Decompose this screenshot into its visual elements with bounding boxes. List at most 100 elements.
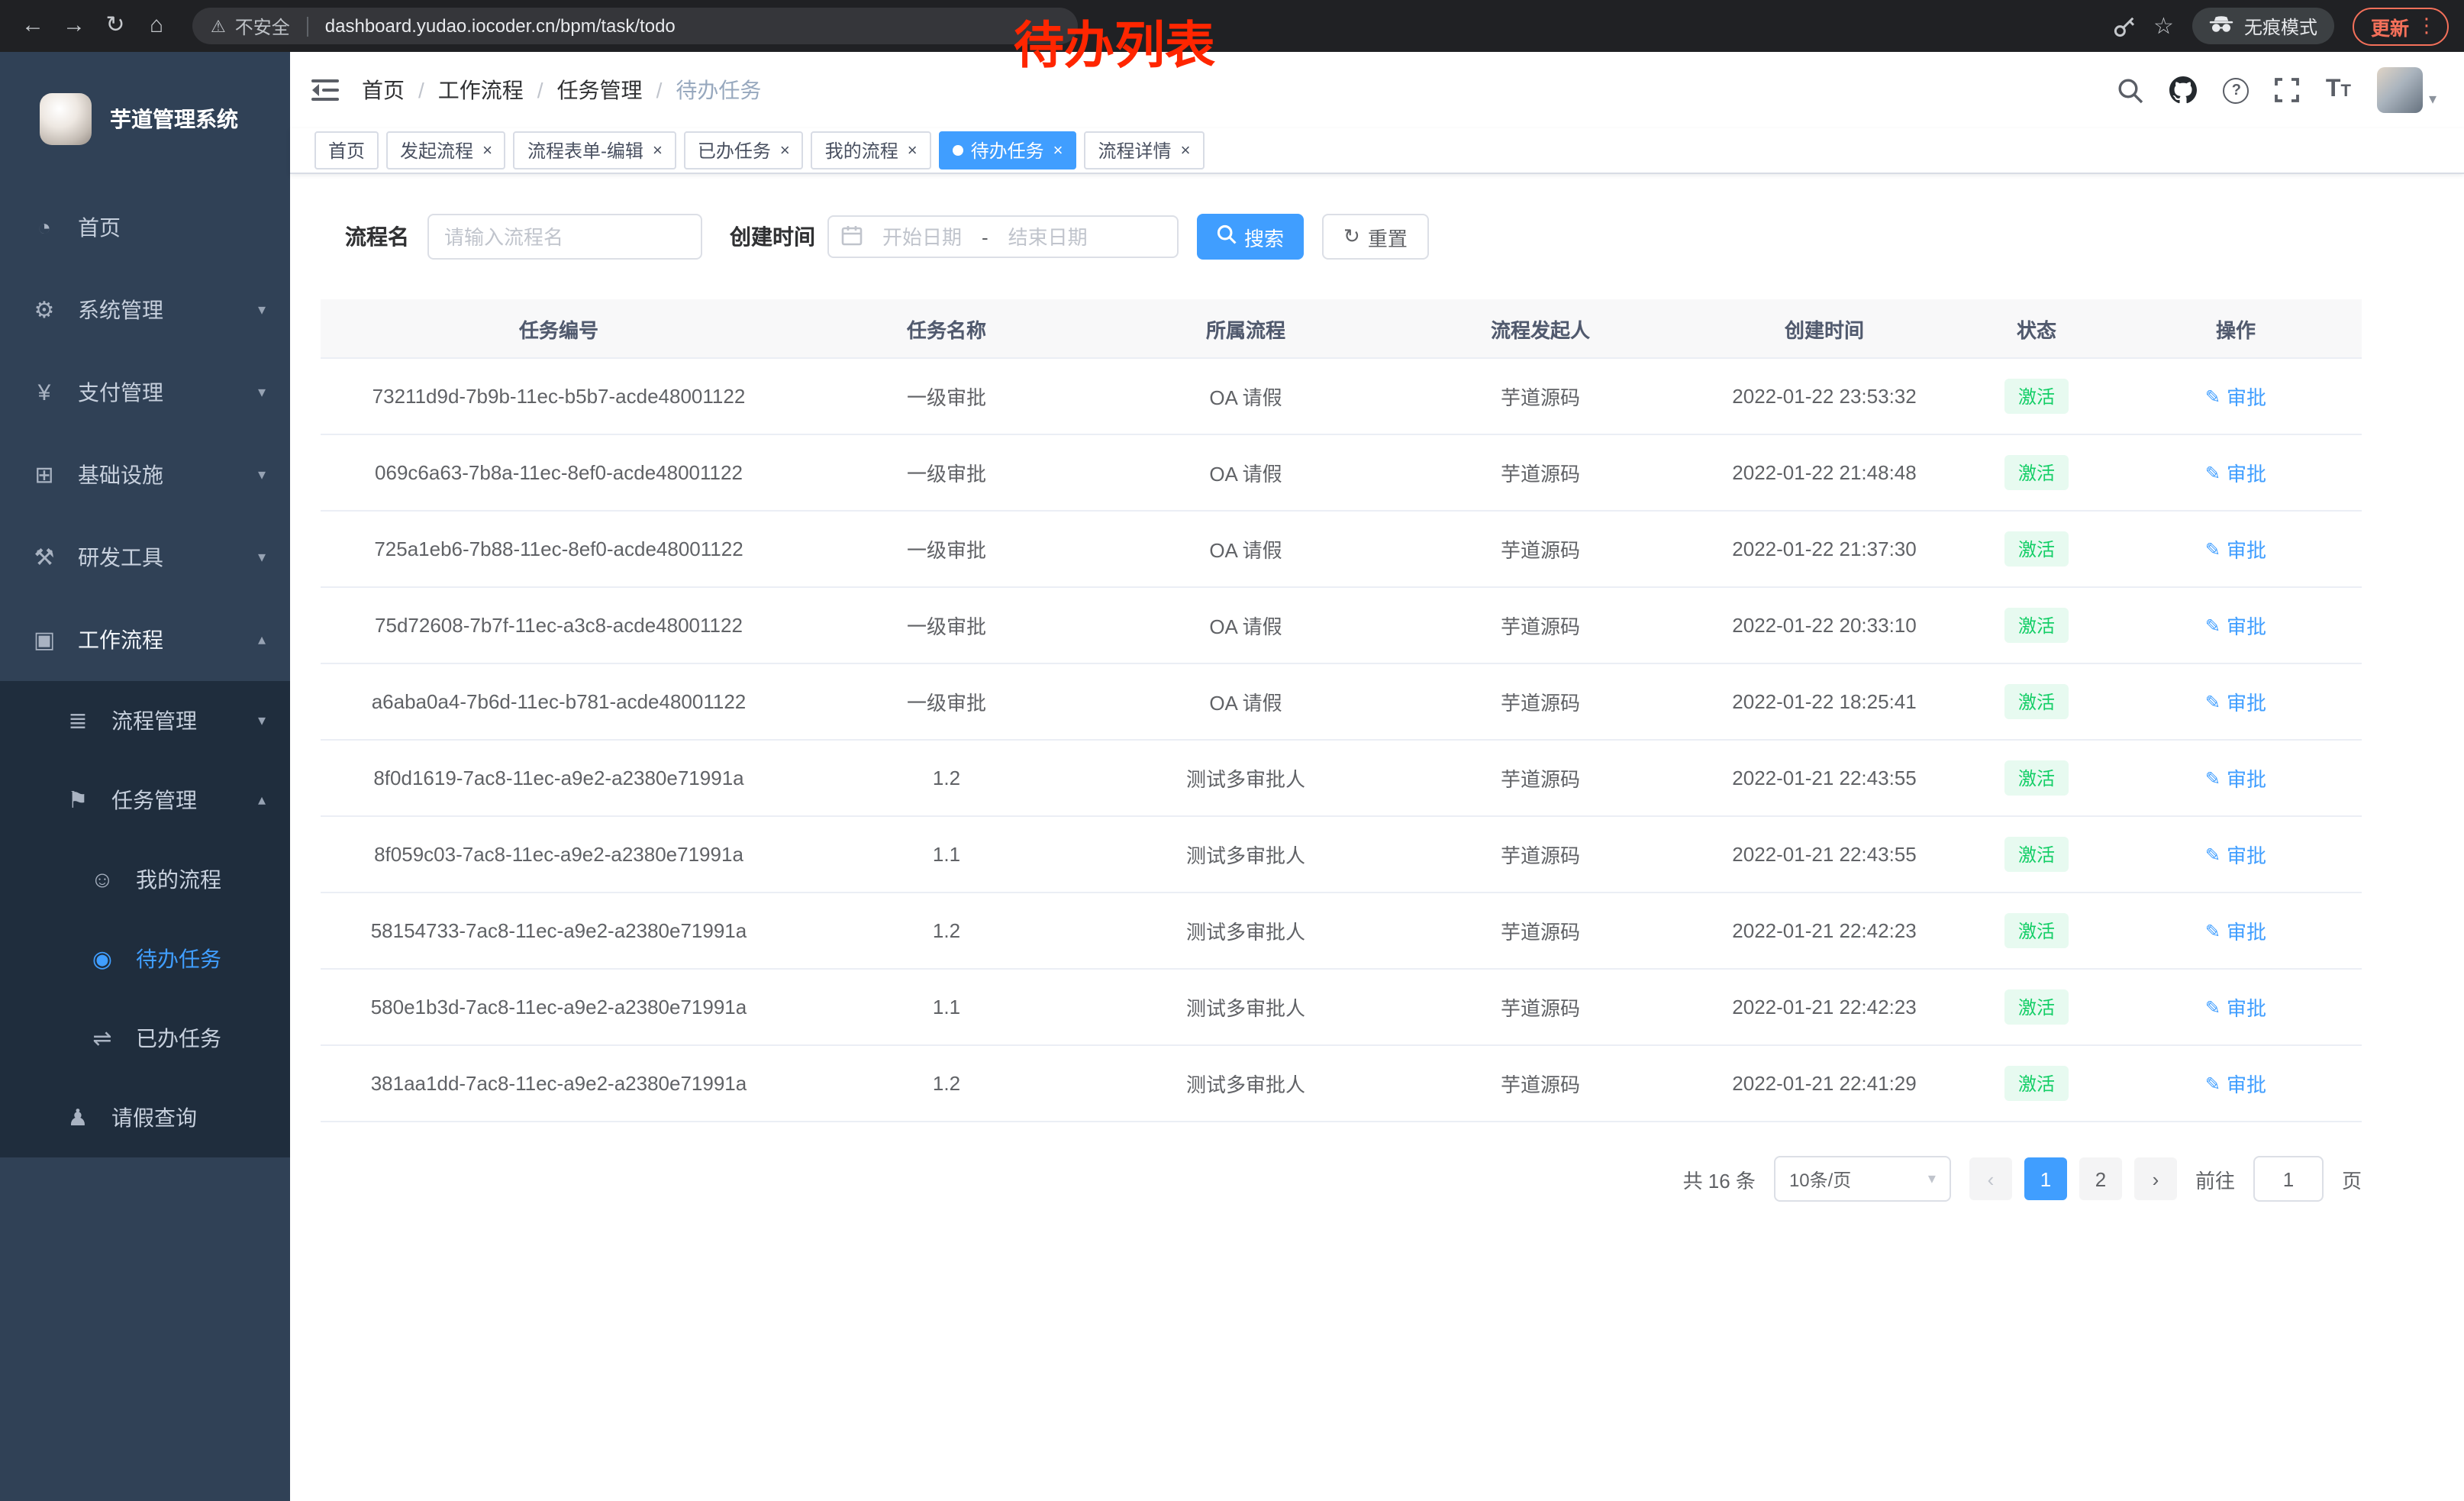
page-1-button[interactable]: 1 <box>2024 1157 2067 1200</box>
sidebar-item-my-process[interactable]: ☺我的流程 <box>0 840 290 919</box>
goto-page-input[interactable] <box>2253 1156 2324 1202</box>
fullscreen-icon[interactable] <box>2275 78 2300 102</box>
search-icon[interactable] <box>2118 77 2144 103</box>
date-range-picker[interactable]: - <box>827 215 1179 258</box>
sidebar-item-task-mgmt[interactable]: ⚑任务管理▴ <box>0 760 290 840</box>
key-icon[interactable] <box>2112 15 2135 37</box>
browser-menu-icon[interactable]: ⋮ <box>2417 14 2437 38</box>
next-page-button[interactable]: › <box>2134 1157 2177 1200</box>
github-icon[interactable] <box>2170 76 2198 104</box>
edit-pen-icon: ✎ <box>2205 691 2221 712</box>
sidebar-item-devtools[interactable]: ⚒研发工具▾ <box>0 516 290 599</box>
sidebar-item-todo-task[interactable]: ◉待办任务 <box>0 919 290 999</box>
breadcrumb: 首页/工作流程/任务管理/待办任务 <box>362 75 761 105</box>
tab-form-edit[interactable]: 流程表单-编辑× <box>514 131 676 169</box>
app-shell: 芋道管理系统 ◔首页⚙系统管理▾¥支付管理▾⊞基础设施▾⚒研发工具▾▣工作流程▴… <box>0 52 2464 1501</box>
column-header-initiator: 流程发起人 <box>1395 299 1685 358</box>
dashboard-icon: ◔ <box>27 215 61 240</box>
sidebar-item-label: 支付管理 <box>78 377 163 408</box>
cell-task-name: 1.2 <box>797 1045 1096 1122</box>
cell-status: 激活 <box>1963 893 2110 969</box>
not-secure-warning-icon: ⚠ <box>211 16 226 36</box>
sidebar-item-done-task[interactable]: ⇌已办任务 <box>0 999 290 1078</box>
approve-link-label: 审批 <box>2227 382 2266 411</box>
navbar-right-cluster: ? TT ▾ <box>2118 67 2437 113</box>
cell-process: OA 请假 <box>1096 511 1395 587</box>
update-button[interactable]: 更新 ⋮ <box>2353 7 2449 45</box>
omnibox-divider <box>307 16 308 36</box>
tab-done-task[interactable]: 已办任务× <box>684 131 804 169</box>
close-tab-icon[interactable]: × <box>653 141 663 160</box>
breadcrumb-item: 待办任务 <box>676 75 761 105</box>
cell-status: 激活 <box>1963 587 2110 663</box>
breadcrumb-item[interactable]: 首页 <box>362 75 405 105</box>
reset-button[interactable]: ↻ 重置 <box>1322 214 1429 260</box>
incognito-badge: 无痕模式 <box>2192 8 2334 44</box>
sidebar-item-leave-query[interactable]: ♟请假查询 <box>0 1078 290 1157</box>
address-bar[interactable]: ⚠ 不安全 dashboard.yudao.iocoder.cn/bpm/tas… <box>192 8 1078 44</box>
approve-link[interactable]: ✎审批 <box>2205 1069 2266 1098</box>
tab-my-process[interactable]: 我的流程× <box>811 131 931 169</box>
grid-icon: ⊞ <box>27 461 61 489</box>
tab-home[interactable]: 首页 <box>314 131 379 169</box>
close-tab-icon[interactable]: × <box>1181 141 1191 160</box>
chevron-down-icon: ▾ <box>1928 1170 1936 1187</box>
start-date-input[interactable] <box>869 225 976 248</box>
cell-task-id: 580e1b3d-7ac8-11ec-a9e2-a2380e71991a <box>321 969 797 1045</box>
edit-pen-icon: ✎ <box>2205 615 2221 636</box>
sidebar-header[interactable]: 芋道管理系统 <box>0 52 290 186</box>
approve-link[interactable]: ✎审批 <box>2205 534 2266 563</box>
cell-status: 激活 <box>1963 434 2110 511</box>
approve-link[interactable]: ✎审批 <box>2205 763 2266 792</box>
approve-link[interactable]: ✎审批 <box>2205 993 2266 1022</box>
forward-icon[interactable]: → <box>56 0 92 52</box>
cell-action: ✎审批 <box>2110 511 2362 587</box>
sidebar-item-label: 研发工具 <box>78 542 163 573</box>
breadcrumb-item[interactable]: 任务管理 <box>557 75 643 105</box>
approve-link[interactable]: ✎审批 <box>2205 458 2266 487</box>
help-icon[interactable]: ? <box>2224 77 2250 103</box>
edit-pen-icon: ✎ <box>2205 996 2221 1018</box>
close-tab-icon[interactable]: × <box>482 141 492 160</box>
sidebar-item-home[interactable]: ◔首页 <box>0 186 290 269</box>
close-tab-icon[interactable]: × <box>1053 141 1063 160</box>
approve-link[interactable]: ✎审批 <box>2205 382 2266 411</box>
sidebar-item-workflow[interactable]: ▣工作流程▴ <box>0 599 290 681</box>
approve-link[interactable]: ✎审批 <box>2205 840 2266 869</box>
tab-label: 流程详情 <box>1098 137 1172 163</box>
refresh-icon[interactable]: ↻ <box>98 0 133 52</box>
sidebar-item-payment[interactable]: ¥支付管理▾ <box>0 351 290 434</box>
process-name-input[interactable] <box>427 214 702 260</box>
font-size-icon[interactable]: TT <box>2326 76 2351 104</box>
user-menu[interactable]: ▾ <box>2377 67 2437 113</box>
bookmark-star-icon[interactable]: ☆ <box>2153 12 2174 40</box>
sidebar-item-infrastructure[interactable]: ⊞基础设施▾ <box>0 434 290 516</box>
page-2-button[interactable]: 2 <box>2079 1157 2122 1200</box>
tab-todo-task[interactable]: 待办任务× <box>939 131 1077 169</box>
close-tab-icon[interactable]: × <box>908 141 918 160</box>
approve-link-label: 审批 <box>2227 763 2266 792</box>
end-date-input[interactable] <box>995 225 1101 248</box>
sidebar-fold-icon[interactable] <box>311 78 339 102</box>
approve-link[interactable]: ✎审批 <box>2205 687 2266 716</box>
calendar-icon <box>841 224 863 250</box>
approve-link-label: 审批 <box>2227 1069 2266 1098</box>
tab-start-process[interactable]: 发起流程× <box>386 131 506 169</box>
chevron-down-icon: ▾ <box>258 549 266 566</box>
back-icon[interactable]: ← <box>15 0 50 52</box>
search-button[interactable]: 搜索 <box>1197 214 1304 260</box>
cell-task-name: 一级审批 <box>797 434 1096 511</box>
tab-process-detail[interactable]: 流程详情 × <box>1085 131 1205 169</box>
breadcrumb-item[interactable]: 工作流程 <box>438 75 524 105</box>
approve-link-label: 审批 <box>2227 611 2266 640</box>
sidebar-item-system[interactable]: ⚙系统管理▾ <box>0 269 290 351</box>
cell-initiator: 芋道源码 <box>1395 663 1685 740</box>
home-icon[interactable]: ⌂ <box>139 0 174 52</box>
close-tab-icon[interactable]: × <box>780 141 790 160</box>
approve-link[interactable]: ✎ 审批 <box>2205 611 2266 640</box>
page-size-select[interactable]: 10条/页 ▾ <box>1774 1156 1951 1202</box>
url-text: dashboard.yudao.iocoder.cn/bpm/task/todo <box>325 15 676 37</box>
approve-link[interactable]: ✎审批 <box>2205 916 2266 945</box>
prev-page-button[interactable]: ‹ <box>1969 1157 2012 1200</box>
sidebar-item-process-mgmt[interactable]: ≣流程管理▾ <box>0 681 290 760</box>
